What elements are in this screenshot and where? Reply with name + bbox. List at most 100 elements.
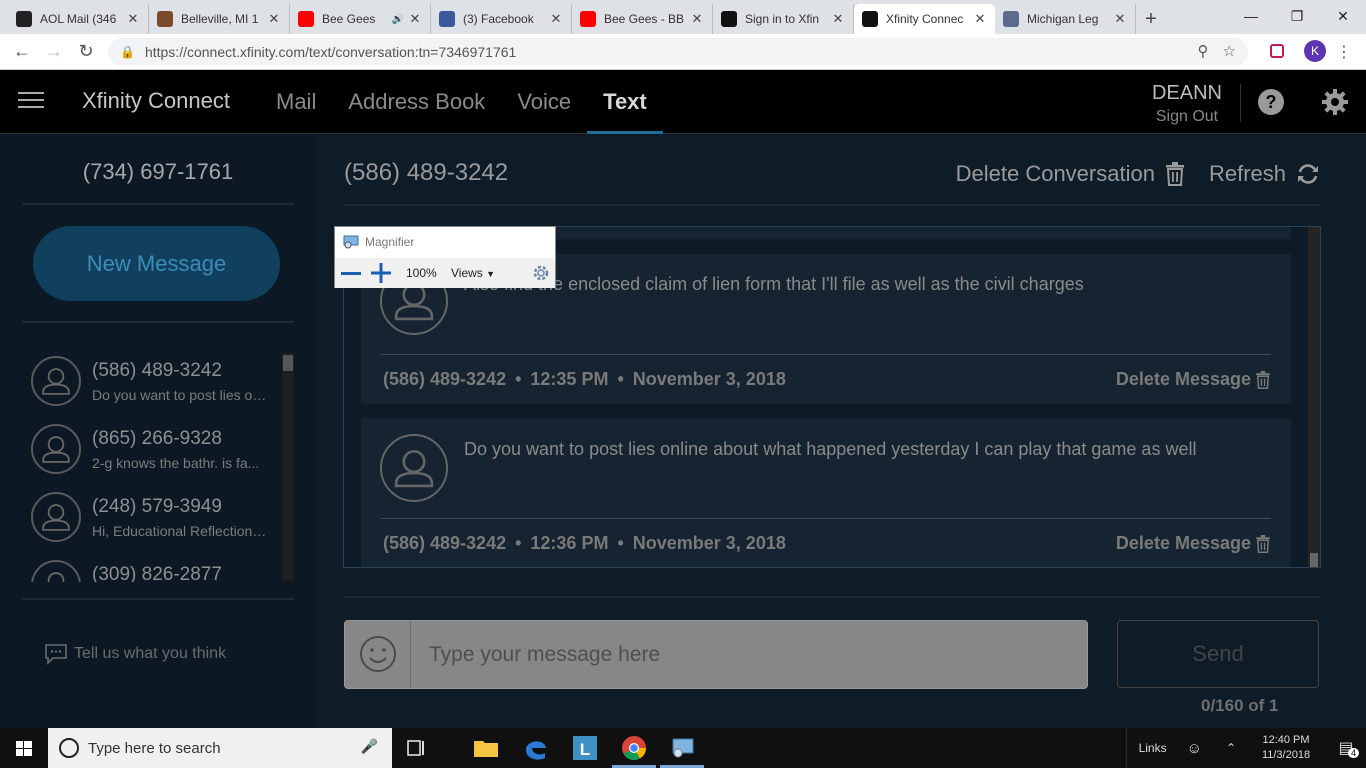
svg-text:L: L — [580, 740, 590, 759]
browser-tab-bar: AOL Mail (346 ✕ Belleville, MI 1 ✕ Bee Gees 🔊… — [0, 0, 1366, 34]
brand-logo[interactable]: Xfinity Connect — [82, 88, 230, 114]
edge-browser-icon[interactable] — [522, 734, 550, 762]
browser-tab[interactable]: Sign in to Xfin ✕ — [713, 4, 854, 34]
notifications-icon[interactable]: ▤ 4 — [1326, 738, 1366, 758]
zoom-level: 100% — [406, 266, 437, 280]
browser-tab[interactable]: Bee Gees 🔊 ✕ — [290, 4, 431, 34]
feedback-label: Tell us what you think — [74, 645, 227, 662]
nav-mail[interactable]: Mail — [260, 70, 332, 134]
delete-message-label: Delete Message — [1115, 369, 1251, 389]
chrome-icon[interactable] — [620, 734, 648, 762]
close-tab-icon[interactable]: ✕ — [267, 11, 281, 27]
delete-conversation-button[interactable]: Delete Conversation — [956, 161, 1185, 187]
message-input[interactable] — [429, 621, 1069, 688]
url-bar[interactable]: 🔒 https://connect.xfinity.com/text/conve… — [108, 38, 1248, 66]
conversation-item[interactable]: (865) 266-9328 2-g knows the bathr. is fa… — [22, 420, 294, 488]
new-tab-button[interactable]: + — [1136, 4, 1166, 34]
zoom-icon[interactable]: ⚲ — [1198, 42, 1209, 60]
main-nav: Mail Address Book Voice Text — [260, 70, 663, 134]
magnifier-settings-icon[interactable] — [532, 264, 550, 282]
zoom-out-button[interactable] — [341, 272, 361, 275]
close-tab-icon[interactable]: ✕ — [1113, 11, 1127, 27]
delete-message-label: Delete Message — [1115, 533, 1251, 553]
browser-tab[interactable]: Xfinity Connec ✕ — [854, 4, 995, 34]
browser-tab[interactable]: (3) Facebook ✕ — [431, 4, 572, 34]
close-tab-icon[interactable]: ✕ — [831, 11, 845, 27]
close-tab-icon[interactable]: ✕ — [126, 11, 140, 27]
close-tab-icon[interactable]: ✕ — [973, 11, 987, 27]
xfinity-icon — [721, 11, 737, 27]
trash-icon — [1256, 534, 1270, 553]
close-tab-icon[interactable]: ✕ — [549, 11, 563, 27]
message-sender: (586) 489-3242 — [383, 533, 507, 553]
help-icon[interactable]: ? — [1257, 88, 1285, 116]
browser-tab[interactable]: Belleville, MI 1 ✕ — [149, 4, 290, 34]
close-tab-icon[interactable]: ✕ — [690, 11, 704, 27]
maximize-button[interactable]: ❐ — [1274, 0, 1320, 32]
nav-voice[interactable]: Voice — [501, 70, 587, 134]
reload-button[interactable]: ↻ — [70, 41, 102, 62]
delete-conversation-label: Delete Conversation — [955, 161, 1155, 186]
audio-playing-icon[interactable]: 🔊 — [392, 14, 404, 25]
close-window-button[interactable]: ✕ — [1320, 0, 1366, 32]
tab-title: Sign in to Xfin — [745, 12, 820, 26]
conversation-item[interactable]: (309) 826-2877 — [22, 556, 294, 582]
refresh-button[interactable]: Refresh — [1209, 161, 1320, 187]
back-button[interactable]: ← — [6, 41, 38, 62]
weather-icon — [157, 11, 173, 27]
windows-start-icon[interactable] — [0, 728, 48, 768]
browser-tab[interactable]: Bee Gees - BB ✕ — [572, 4, 713, 34]
magnifier-toolbar: 100% Views ▼ — [335, 258, 555, 288]
bookmark-star-icon[interactable]: ☆ — [1223, 42, 1236, 60]
file-explorer-icon[interactable] — [472, 734, 500, 762]
settings-gear-icon[interactable] — [1321, 88, 1349, 116]
microphone-icon[interactable]: 🎤 — [361, 738, 378, 755]
facebook-icon — [439, 11, 455, 27]
sign-out-link[interactable]: Sign Out — [1140, 108, 1234, 126]
forward-button[interactable]: → — [38, 41, 70, 62]
conversation-list-scrollbar[interactable] — [282, 353, 294, 581]
aol-icon — [16, 11, 32, 27]
system-tray: Links ☺ ⌃ 12:40 PM 11/3/2018 ▤ 4 — [1125, 728, 1366, 768]
send-button[interactable]: Send — [1117, 620, 1319, 688]
minimize-button[interactable]: — — [1228, 0, 1274, 32]
conversation-preview: Hi, Educational Reflections... — [92, 523, 270, 539]
magnifier-taskbar-icon[interactable] — [669, 734, 697, 762]
avatar — [31, 492, 81, 542]
magnifier-titlebar[interactable]: Magnifier — [343, 235, 414, 249]
delete-message-button[interactable]: Delete Message — [1116, 369, 1271, 390]
browser-tab[interactable]: Michigan Leg ✕ — [995, 4, 1136, 34]
conversation-item[interactable]: (586) 489-3242 Do you want to post lies o… — [22, 352, 294, 420]
meta-separator: • — [617, 369, 624, 389]
people-icon[interactable]: ☺ — [1187, 740, 1202, 757]
browser-tab[interactable]: AOL Mail (346 ✕ — [8, 4, 149, 34]
l-app-icon[interactable]: L — [571, 734, 599, 762]
message-thread-scrollbar[interactable] — [1308, 227, 1320, 567]
chrome-menu-icon[interactable]: ⋮ — [1336, 42, 1352, 62]
task-view-icon[interactable] — [402, 734, 430, 762]
avatar — [31, 356, 81, 406]
taskbar-search[interactable]: Type here to search 🎤 — [48, 728, 392, 768]
delete-message-button[interactable]: Delete Message — [1116, 533, 1271, 554]
windows-taskbar: Type here to search 🎤 L Links ☺ ⌃ 12:40 … — [0, 728, 1366, 768]
nav-text[interactable]: Text — [587, 70, 663, 134]
my-phone-number: (734) 697-1761 — [82, 159, 234, 184]
tab-title: Bee Gees — [322, 12, 376, 26]
magnifier-icon — [343, 235, 359, 249]
show-hidden-icons-icon[interactable]: ⌃ — [1226, 741, 1236, 755]
nav-address-book[interactable]: Address Book — [332, 70, 501, 134]
conversation-item[interactable]: (248) 579-3949 Hi, Educational Reflection… — [22, 488, 294, 556]
feedback-link[interactable]: Tell us what you think — [44, 643, 226, 665]
close-tab-icon[interactable]: ✕ — [408, 11, 422, 27]
message-divider — [380, 354, 1271, 355]
extension-icon[interactable] — [1270, 44, 1284, 58]
message-time: 12:35 PM — [530, 369, 609, 389]
zoom-in-button[interactable] — [371, 263, 391, 283]
hamburger-menu-icon[interactable] — [18, 92, 44, 110]
views-dropdown[interactable]: Views ▼ — [451, 266, 495, 280]
links-toolbar[interactable]: Links — [1139, 741, 1167, 755]
new-message-button[interactable]: New Message — [33, 226, 280, 301]
profile-avatar[interactable]: K — [1304, 40, 1326, 62]
clock[interactable]: 12:40 PM 11/3/2018 — [1246, 733, 1326, 763]
emoji-button[interactable] — [345, 621, 411, 688]
